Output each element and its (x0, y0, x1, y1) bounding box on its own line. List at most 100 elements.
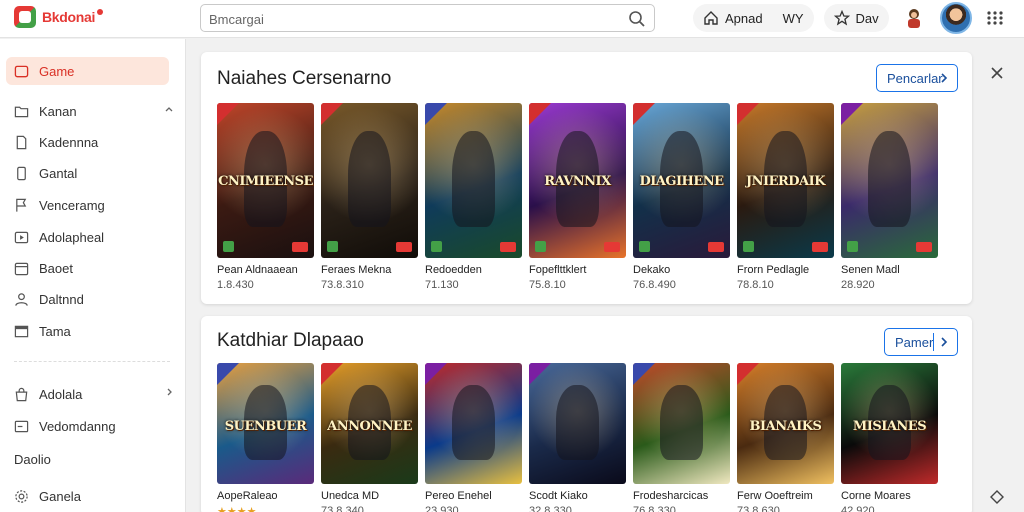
game-logo-text: CNIMIEENSE (218, 174, 313, 190)
game-title[interactable]: Feraes Mekna (321, 264, 418, 276)
navigation-arrow-icon[interactable] (990, 490, 1004, 504)
sidebar-item-label: Venceramg (39, 197, 105, 213)
game-title[interactable]: Dekako (633, 264, 730, 276)
sidebar-item-kanan[interactable]: Kanan (14, 100, 174, 122)
phone-icon (17, 166, 26, 180)
bag-icon (15, 387, 28, 401)
game-card[interactable]: JNIERDAIK Frorn Pedlagle 78.8.10 (737, 103, 834, 291)
button-label: Pamer (895, 334, 934, 350)
game-card[interactable]: CNIMIEENSE Pean Aldnaaean 1.8.430 (217, 103, 314, 291)
apnad-suffix: WY (782, 10, 804, 26)
corner-badge-icon (217, 363, 239, 385)
game-title[interactable]: Frodesharcicas (633, 490, 730, 502)
game-stats: 76.8.490 (633, 279, 676, 291)
sidebar-item-label: Kadennna (39, 134, 99, 150)
game-card[interactable]: MISIANES Corne Moares 42.920 (841, 363, 938, 512)
sidebar-item-venceramg[interactable]: Venceramg (14, 194, 174, 216)
game-title[interactable]: Unedca MD (321, 490, 418, 502)
rating-icon (812, 242, 828, 252)
game-card[interactable]: BIANAIKS Ferw Ooeftreim 73.8.630 (737, 363, 834, 512)
search-icon[interactable] (628, 10, 646, 28)
sidebar-item-game[interactable]: Game (14, 60, 174, 82)
sidebar-item-kadennna[interactable]: Kadennna (14, 131, 174, 153)
sidebar-section-label: Daolio (14, 452, 51, 467)
game-title[interactable]: Frorn Pedlagle (737, 264, 834, 276)
game-stats: 73.8.310 (321, 279, 364, 291)
view-all-button[interactable]: Pamer (884, 328, 958, 356)
button-divider (933, 333, 934, 351)
game-title[interactable]: Ferw Ooeftreim (737, 490, 834, 502)
game-thumbnail[interactable] (321, 103, 418, 258)
view-all-button[interactable]: Pencarlar (876, 64, 958, 92)
sidebar-item-vedomdanng[interactable]: Vedomdanng (14, 415, 174, 437)
character-icon[interactable] (902, 6, 926, 30)
game-card[interactable]: Pereo Enehel 23.930 (425, 363, 522, 512)
sidebar-item-label: Game (39, 63, 75, 79)
corner-badge-icon (425, 103, 447, 125)
game-title[interactable]: Fopeflttklert (529, 264, 626, 276)
game-thumbnail[interactable]: JNIERDAIK (737, 103, 834, 258)
settings-icon (15, 489, 28, 503)
app-logo[interactable]: Bkdonai (14, 6, 104, 28)
dav-button[interactable]: Dav (823, 4, 889, 32)
search-input[interactable] (209, 9, 609, 29)
game-card[interactable]: Feraes Mekna 73.8.310 (321, 103, 418, 291)
game-thumbnail[interactable] (529, 363, 626, 484)
game-title[interactable]: Scodt Kiako (529, 490, 626, 502)
game-title[interactable]: Redoedden (425, 264, 522, 276)
sidebar-item-ganela[interactable]: Ganela (14, 485, 174, 507)
sidebar-item-baoet[interactable]: Baoet (14, 257, 174, 279)
game-thumbnail[interactable]: SUENBUER (217, 363, 314, 484)
game-card[interactable]: Scodt Kiako 32.8.330 (529, 363, 626, 512)
game-card[interactable]: Senen Madl 28.920 (841, 103, 938, 291)
sidebar-item-adolapheal[interactable]: Adolapheal (14, 226, 174, 248)
game-thumbnail[interactable] (841, 103, 938, 258)
game-logo-text: SUENBUER (224, 418, 307, 434)
game-title[interactable]: Senen Madl (841, 264, 938, 276)
chevron-up-icon[interactable] (164, 104, 174, 114)
close-icon[interactable] (990, 66, 1004, 80)
corner-badge-icon (425, 363, 447, 385)
game-thumbnail[interactable] (633, 363, 730, 484)
game-thumbnail[interactable]: ANNONNEE (321, 363, 418, 484)
folder-icon (14, 106, 29, 117)
game-logo-text: BIANAIKS (749, 418, 822, 434)
game-stats: 76.8.330 (633, 505, 676, 512)
game-thumbnail[interactable]: CNIMIEENSE (217, 103, 314, 258)
sidebar-item-gantal[interactable]: Gantal (14, 162, 174, 184)
game-thumbnail[interactable]: DIAGIHENE (633, 103, 730, 258)
game-card[interactable]: ANNONNEE Unedca MD 73.8.340 (321, 363, 418, 512)
apnad-button[interactable]: Apnad WY (693, 4, 814, 32)
sidebar-item-daltnnd[interactable]: Daltnnd (14, 288, 174, 310)
apps-grid-icon[interactable] (986, 10, 1004, 26)
game-title[interactable]: Pereo Enehel (425, 490, 522, 502)
game-card[interactable]: SUENBUER AopeRaleao ★★★★ (217, 363, 314, 512)
game-thumbnail[interactable]: BIANAIKS (737, 363, 834, 484)
sidebar-item-label: Tama (39, 323, 71, 339)
platform-icon (743, 241, 754, 252)
chevron-right-icon (941, 73, 948, 83)
sidebar-item-tama[interactable]: Tama (14, 320, 174, 342)
game-card[interactable]: DIAGIHENE Dekako 76.8.490 (633, 103, 730, 291)
game-title[interactable]: AopeRaleao (217, 490, 314, 502)
user-avatar[interactable] (940, 2, 972, 34)
game-title[interactable]: Pean Aldnaaean (217, 264, 314, 276)
game-thumbnail[interactable]: RAVNNIX (529, 103, 626, 258)
corner-badge-icon (633, 363, 655, 385)
chevron-right-icon (941, 337, 948, 347)
button-label: Pencarlar (887, 70, 943, 86)
sidebar-item-label: Adolapheal (39, 229, 105, 245)
game-thumbnail[interactable] (425, 103, 522, 258)
game-thumbnail[interactable]: MISIANES (841, 363, 938, 484)
game-stats: 71.130 (425, 279, 459, 291)
game-card[interactable]: Redoedden 71.130 (425, 103, 522, 291)
rating-icon (292, 242, 308, 252)
game-thumbnail[interactable] (425, 363, 522, 484)
corner-badge-icon (633, 103, 655, 125)
character-figure (452, 130, 495, 227)
sidebar-item-adolala[interactable]: Adolala (14, 383, 174, 405)
game-card[interactable]: Frodesharcicas 76.8.330 (633, 363, 730, 512)
game-title[interactable]: Corne Moares (841, 490, 938, 502)
game-card[interactable]: RAVNNIX Fopeflttklert 75.8.10 (529, 103, 626, 291)
chevron-right-icon[interactable] (164, 387, 174, 397)
